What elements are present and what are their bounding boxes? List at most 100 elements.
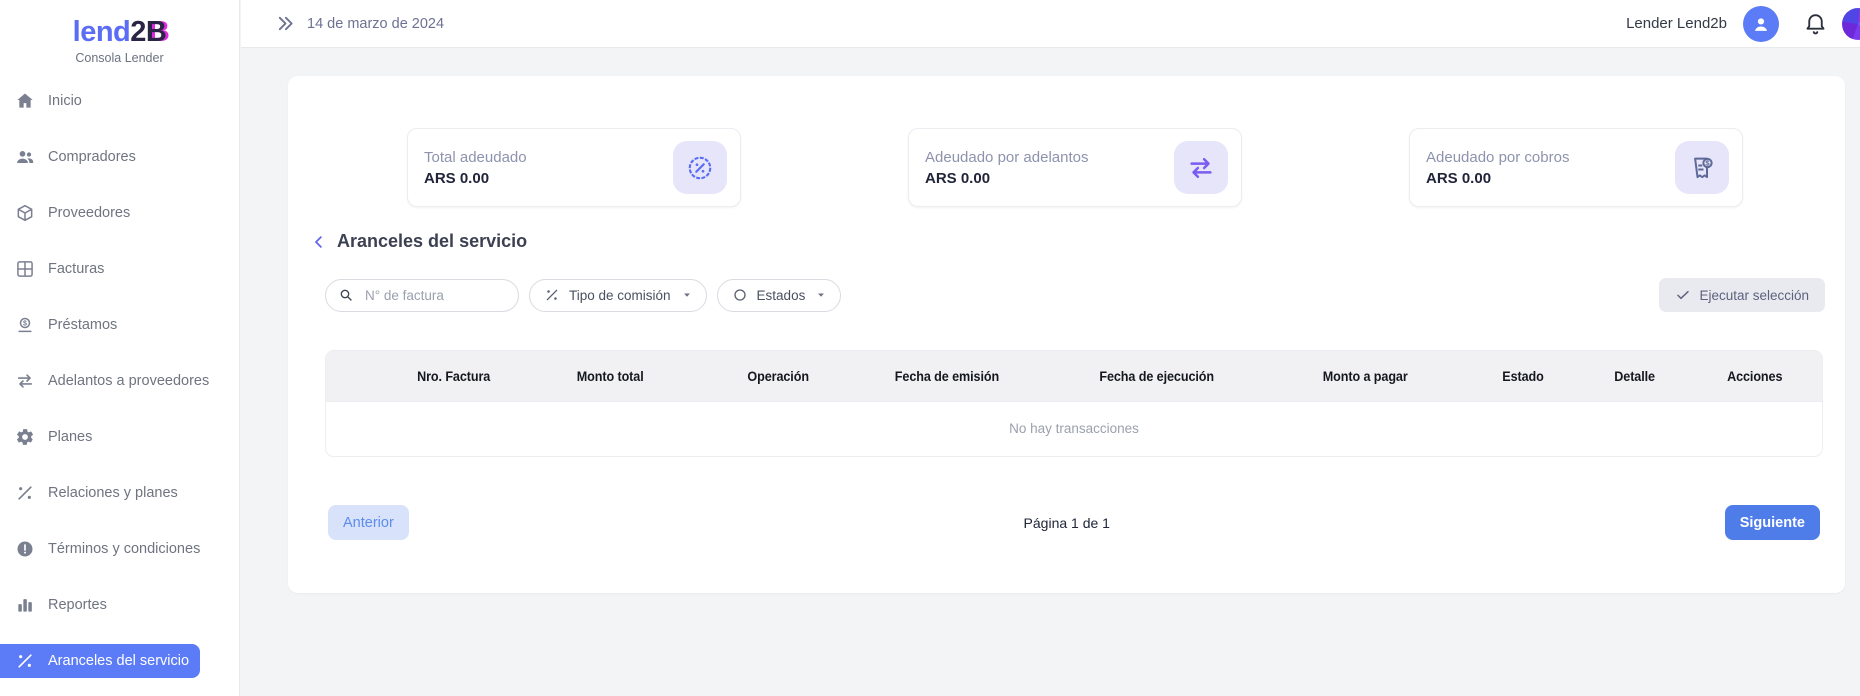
card-adeudado-adelantos: Adeudado por adelantos ARS 0.00: [908, 128, 1242, 207]
page-indicator: Página 1 de 1: [409, 515, 1725, 531]
sidebar-item-inicio[interactable]: Inicio: [0, 84, 239, 118]
empty-state-message: No hay transacciones: [326, 401, 1822, 456]
percent-icon: [15, 483, 35, 503]
card-info: Adeudado por cobros ARS 0.00: [1426, 149, 1675, 187]
logo-part-b: B: [146, 16, 166, 48]
section-heading: Aranceles del servicio: [310, 231, 1845, 252]
filters-row: Tipo de comisión Estados Ejecutar selecc…: [325, 278, 1825, 312]
current-date: 14 de marzo de 2024: [307, 16, 444, 32]
sidebar-item-label: Reportes: [48, 597, 107, 613]
double-chevron-right-icon[interactable]: [275, 13, 296, 34]
status-circle-icon: [732, 287, 748, 303]
sidebar-item-label: Facturas: [48, 261, 104, 277]
percent-icon: [544, 287, 560, 303]
next-page-button[interactable]: Siguiente: [1725, 505, 1820, 540]
badge-percent-icon: [685, 153, 715, 183]
execute-selection-button[interactable]: Ejecutar selección: [1659, 278, 1825, 312]
sidebar-menu: Inicio Compradores Proveedores Facturas …: [0, 84, 239, 678]
column-header-fecha-ejecucion: Fecha de ejecución: [1044, 351, 1268, 401]
sidebar-item-reportes[interactable]: Reportes: [0, 588, 239, 622]
alert-circle-icon: [15, 539, 35, 559]
card-info: Total adeudado ARS 0.00: [424, 149, 673, 187]
chevron-left-icon[interactable]: [310, 233, 328, 251]
brand-logo-text: lend2B: [0, 15, 239, 49]
home-icon: [15, 91, 35, 111]
sidebar-item-compradores[interactable]: Compradores: [0, 140, 239, 174]
card-adeudado-cobros: Adeudado por cobros ARS 0.00 $: [1409, 128, 1743, 207]
card-icon-tile: [673, 141, 727, 194]
column-header-monto-a-pagar: Monto a pagar: [1268, 351, 1462, 401]
sidebar-item-label: Proveedores: [48, 205, 130, 221]
sidebar-item-facturas[interactable]: Facturas: [0, 252, 239, 286]
page-title: Aranceles del servicio: [337, 231, 527, 252]
commission-type-dropdown[interactable]: Tipo de comisión: [529, 279, 707, 312]
notifications-bell-icon[interactable]: [1803, 11, 1828, 36]
package-icon: [15, 203, 35, 223]
brand-logo: lend2B Consola Lender: [0, 0, 239, 66]
transfer-arrows-icon: [15, 371, 35, 391]
sidebar-item-relaciones[interactable]: Relaciones y planes: [0, 476, 239, 510]
sidebar-item-label: Inicio: [48, 93, 82, 109]
sidebar-item-aranceles-active[interactable]: Aranceles del servicio: [0, 644, 200, 678]
card-total-adeudado: Total adeudado ARS 0.00: [407, 128, 741, 207]
execute-selection-label: Ejecutar selección: [1699, 288, 1809, 303]
card-value: ARS 0.00: [1426, 170, 1675, 187]
card-title: Total adeudado: [424, 149, 673, 166]
sidebar-item-label: Aranceles del servicio: [48, 653, 189, 669]
chevron-down-icon: [680, 288, 694, 302]
console-subtitle: Consola Lender: [0, 51, 239, 66]
states-label: Estados: [757, 288, 806, 303]
transfer-arrows-icon: [1186, 153, 1216, 183]
check-icon: [1675, 287, 1691, 303]
sidebar-item-terminos[interactable]: Términos y condiciones: [0, 532, 239, 566]
invoice-search-field[interactable]: [325, 279, 519, 312]
receipt-dollar-icon: $: [1687, 153, 1717, 183]
card-value: ARS 0.00: [424, 170, 673, 187]
column-header-operacion: Operación: [707, 351, 849, 401]
svg-text:$: $: [23, 320, 27, 328]
sidebar-item-planes[interactable]: Planes: [0, 420, 239, 454]
user-label: Lender Lend2b: [1626, 15, 1727, 32]
sidebar-item-label: Compradores: [48, 149, 136, 165]
column-header-fecha-emision: Fecha de emisión: [850, 351, 1044, 401]
gear-icon: [15, 427, 35, 447]
logo-part-lend: lend: [73, 16, 131, 48]
sidebar-item-adelantos[interactable]: Adelantos a proveedores: [0, 364, 239, 398]
column-header-monto-total: Monto total: [513, 351, 707, 401]
column-header-nro-factura: Nro. Factura: [393, 351, 513, 401]
sidebar-item-proveedores[interactable]: Proveedores: [0, 196, 239, 230]
bar-chart-icon: [15, 595, 35, 615]
sidebar-item-label: Préstamos: [48, 317, 117, 333]
card-info: Adeudado por adelantos ARS 0.00: [925, 149, 1174, 187]
sidebar-item-label: Términos y condiciones: [48, 541, 200, 557]
card-icon-tile: [1174, 141, 1228, 194]
transactions-table: Nro. Factura Monto total Operación Fecha…: [325, 350, 1823, 457]
commission-type-label: Tipo de comisión: [569, 288, 671, 303]
sidebar-item-label: Adelantos a proveedores: [48, 373, 209, 389]
pagination-bar: Anterior Página 1 de 1 Siguiente: [328, 505, 1820, 540]
search-input[interactable]: [363, 287, 506, 304]
states-dropdown[interactable]: Estados: [717, 279, 842, 312]
user-avatar[interactable]: [1743, 6, 1779, 42]
column-header-acciones: Acciones: [1687, 351, 1822, 401]
coin-dollar-icon: $: [15, 315, 35, 335]
sidebar: lend2B Consola Lender Inicio Compradores…: [0, 0, 240, 696]
previous-page-button[interactable]: Anterior: [328, 505, 409, 540]
card-icon-tile: $: [1675, 141, 1729, 194]
chevron-down-icon: [814, 288, 828, 302]
sidebar-item-label: Relaciones y planes: [48, 485, 178, 501]
person-icon: [1750, 13, 1772, 35]
users-icon: [15, 147, 35, 167]
empty-state-row: No hay transacciones: [326, 401, 1822, 456]
topbar-right: Lender Lend2b: [1626, 6, 1860, 42]
column-header-detalle: Detalle: [1583, 351, 1688, 401]
table-header-row: Nro. Factura Monto total Operación Fecha…: [326, 351, 1822, 401]
main-panel: Total adeudado ARS 0.00 Adeudado por ade…: [288, 76, 1845, 593]
sidebar-item-prestamos[interactable]: $ Préstamos: [0, 308, 239, 342]
card-value: ARS 0.00: [925, 170, 1174, 187]
language-globe-icon[interactable]: [1842, 8, 1860, 40]
card-title: Adeudado por cobros: [1426, 149, 1675, 166]
summary-cards-row: Total adeudado ARS 0.00 Adeudado por ade…: [288, 76, 1845, 207]
column-header-select: [326, 351, 393, 401]
content-area: Total adeudado ARS 0.00 Adeudado por ade…: [241, 48, 1860, 696]
